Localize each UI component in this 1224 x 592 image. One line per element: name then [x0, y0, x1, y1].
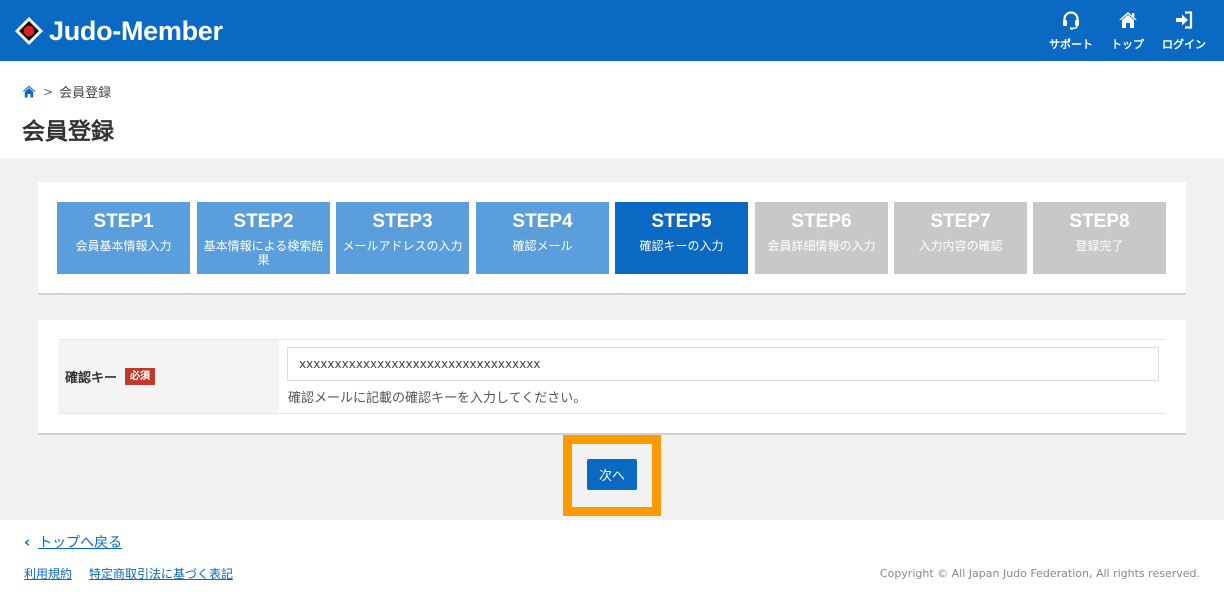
back-link-label: トップへ戻る — [38, 535, 123, 551]
top-label: トップ — [1111, 38, 1144, 51]
step-label: STEP2 — [233, 211, 294, 232]
step-3: STEP3 メールアドレスの入力 — [336, 202, 469, 274]
step-label: STEP4 — [512, 211, 573, 232]
breadcrumb-separator: > — [43, 84, 54, 99]
site-footer: ‹ トップへ戻る 利用規約 特定商取引法に基づく表記 Copyright © A… — [0, 520, 1224, 592]
step-description: 会員基本情報入力 — [75, 239, 172, 253]
step-label: STEP3 — [372, 211, 433, 232]
confirmation-key-input[interactable] — [287, 347, 1159, 381]
step-label: STEP7 — [930, 211, 991, 232]
header-nav: サポート トップ ログイン — [1031, 10, 1206, 52]
step-description: 入力内容の確認 — [918, 239, 1003, 253]
step-progress: STEP1 会員基本情報入力 STEP2 基本情報による検索結果 STEP3 メ… — [38, 182, 1186, 295]
step-description: 確認キーの入力 — [639, 239, 724, 253]
step-2: STEP2 基本情報による検索結果 — [197, 202, 330, 274]
breadcrumb-current: 会員登録 — [59, 86, 112, 101]
step-label: STEP8 — [1069, 211, 1130, 232]
step-description: 登録完了 — [1075, 239, 1124, 253]
step-label: STEP6 — [791, 211, 852, 232]
headset-icon — [1063, 11, 1079, 30]
login-label: ログイン — [1162, 38, 1206, 51]
field-label: 確認キー — [65, 371, 118, 386]
page-title: 会員登録 — [22, 119, 114, 145]
step-description: 会員詳細情報の入力 — [767, 239, 876, 253]
step-description: 確認メール — [512, 239, 573, 253]
login-link[interactable]: ログイン — [1162, 10, 1206, 52]
row-divider — [58, 413, 1166, 414]
field-hint: 確認メールに記載の確認キーを入力してください。 — [288, 391, 587, 406]
step-4: STEP4 確認メール — [476, 202, 609, 274]
step-7: STEP7 入力内容の確認 — [894, 202, 1027, 274]
title-area: > 会員登録 会員登録 — [0, 61, 1224, 158]
footer-links: 利用規約 特定商取引法に基づく表記 — [24, 565, 250, 582]
support-link[interactable]: サポート — [1049, 10, 1093, 52]
commercial-transactions-link[interactable]: 特定商取引法に基づく表記 — [89, 565, 233, 582]
copyright: Copyright © All Japan Judo Federation, A… — [879, 567, 1200, 580]
support-label: サポート — [1049, 38, 1093, 51]
step-description: 基本情報による検索結果 — [203, 239, 324, 267]
chevron-left-icon: ‹ — [24, 533, 31, 551]
step-5: STEP5 確認キーの入力 — [615, 202, 748, 274]
terms-link[interactable]: 利用規約 — [24, 565, 72, 582]
step-label: STEP1 — [93, 211, 154, 232]
step-label: STEP5 — [651, 211, 712, 232]
step-6: STEP6 会員詳細情報の入力 — [755, 202, 888, 274]
home-icon[interactable] — [22, 85, 36, 98]
home-icon — [1118, 12, 1137, 28]
logo-mark-icon — [15, 17, 43, 45]
required-badge: 必須 — [125, 368, 156, 385]
breadcrumb: > 会員登録 — [22, 82, 111, 101]
step-description: メールアドレスの入力 — [342, 239, 463, 253]
site-header: Judo-Member サポート トップ ログイン — [0, 0, 1224, 61]
step-1: STEP1 会員基本情報入力 — [57, 202, 190, 274]
step-8: STEP8 登録完了 — [1033, 202, 1166, 274]
logo-text: Judo-Member — [49, 16, 223, 46]
login-icon — [1176, 11, 1193, 29]
next-button[interactable]: 次へ — [587, 459, 637, 490]
confirmation-key-form: 確認キー 必須 確認メールに記載の確認キーを入力してください。 — [38, 320, 1186, 435]
back-to-top-link[interactable]: ‹ トップへ戻る — [24, 532, 122, 552]
top-link[interactable]: トップ — [1111, 10, 1144, 52]
field-label-cell: 確認キー 必須 — [58, 340, 279, 413]
site-logo[interactable]: Judo-Member — [14, 16, 223, 46]
